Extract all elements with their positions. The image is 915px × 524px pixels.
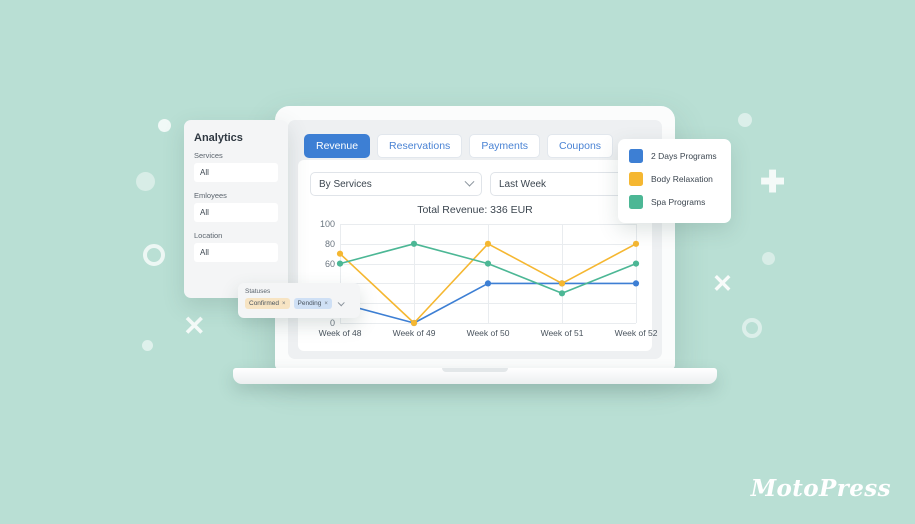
legend-swatch	[629, 149, 643, 163]
group-by-select[interactable]: By Services	[310, 172, 482, 196]
chart-x-tick-label: Week of 52	[614, 328, 658, 338]
chip-label: Confirmed	[249, 300, 279, 307]
chart-y-tick-label: 100	[319, 219, 335, 229]
chart-data-point[interactable]	[632, 280, 640, 287]
chart-data-point[interactable]	[484, 240, 492, 247]
chart-title: Total Revenue: 336 EUR	[417, 204, 533, 216]
remove-chip-icon[interactable]: ×	[282, 301, 286, 307]
chart-x-tick-label: Week of 49	[392, 328, 436, 338]
chart-data-point[interactable]	[484, 260, 492, 267]
tab-bar: Revenue Reservations Payments Coupons	[304, 134, 614, 158]
chevron-down-icon	[464, 176, 475, 187]
decor-ring	[742, 318, 762, 338]
status-chip-pending[interactable]: Pending ×	[293, 298, 332, 309]
chart-x-tick-label: Week of 48	[318, 328, 362, 338]
chart-data-point[interactable]	[410, 240, 418, 247]
legend-swatch	[629, 195, 643, 209]
chart-data-point[interactable]	[410, 319, 418, 327]
chart-gridline	[340, 323, 636, 324]
decor-dot	[762, 252, 775, 265]
legend-item-spa-programs[interactable]: Spa Programs	[629, 195, 720, 209]
chart-gridline	[636, 224, 637, 323]
chart-data-point[interactable]	[336, 250, 344, 257]
location-select[interactable]: All	[194, 243, 278, 262]
laptop-notch	[442, 368, 508, 372]
chart-line-2-days-programs	[339, 282, 637, 324]
chart-y-tick-label: 0	[329, 318, 335, 328]
chart-data-point[interactable]	[632, 240, 640, 247]
chart-y-tick-label: 80	[324, 238, 335, 249]
motopress-logo: MotoPress	[750, 475, 891, 502]
decor-x-icon: ✕	[712, 270, 733, 298]
decor-x-icon: ✕	[183, 311, 206, 341]
tab-revenue[interactable]: Revenue	[304, 134, 371, 158]
tab-coupons[interactable]: Coupons	[547, 134, 614, 158]
statuses-card: Statuses Confirmed × Pending ×	[238, 283, 360, 318]
laptop-mockup: Revenue Reservations Payments Coupons By…	[233, 106, 717, 384]
legend-label: 2 Days Programs	[651, 151, 717, 161]
field-label-employees: Emloyees	[194, 191, 227, 200]
chart-data-point[interactable]	[558, 290, 566, 297]
chart-series-layer	[336, 240, 640, 327]
revenue-panel: By Services Last Week Total Revenue: 336…	[298, 160, 658, 351]
legend-label: Body Relaxation	[651, 174, 713, 184]
employees-select[interactable]: All	[194, 203, 278, 222]
analytics-sidebar-card: Analytics Services All Emloyees All Loca…	[184, 120, 288, 298]
chart-plot-area: 0 60 80 100 Week of 48 Week of 49 Week of 50 We…	[319, 219, 658, 338]
chart-legend-card: 2 Days Programs Body Relaxation Spa Prog…	[618, 139, 731, 223]
period-value: Last Week	[499, 178, 547, 190]
laptop-screen: Revenue Reservations Payments Coupons By…	[288, 120, 662, 359]
legend-swatch	[629, 172, 643, 186]
decor-ring	[143, 244, 165, 266]
chevron-down-icon[interactable]	[337, 299, 345, 307]
chart-data-point[interactable]	[632, 260, 640, 267]
chart-x-tick-label: Week of 50	[466, 328, 510, 338]
field-label-services: Services	[194, 151, 223, 160]
legend-label: Spa Programs	[651, 197, 706, 207]
status-chip-confirmed[interactable]: Confirmed ×	[245, 298, 290, 309]
group-by-value: By Services	[319, 178, 372, 190]
tab-payments[interactable]: Payments	[469, 134, 540, 158]
decor-dot	[136, 172, 155, 191]
decor-plus-icon: ✚	[760, 166, 786, 199]
field-label-location: Location	[194, 231, 223, 240]
decor-dot	[158, 119, 171, 132]
legend-item-body-relaxation[interactable]: Body Relaxation	[629, 172, 720, 186]
decor-dot	[142, 340, 153, 351]
chart-data-point[interactable]	[558, 280, 566, 287]
chip-label: Pending	[297, 300, 322, 307]
statuses-label: Statuses	[245, 288, 271, 295]
chart-y-tick-label: 60	[324, 258, 335, 269]
chart-data-point[interactable]	[484, 280, 492, 287]
chart-x-tick-label: Week of 51	[540, 328, 584, 338]
remove-chip-icon[interactable]: ×	[324, 301, 328, 307]
decor-dot	[738, 113, 752, 127]
services-select[interactable]: All	[194, 163, 278, 182]
legend-item-2-days-programs[interactable]: 2 Days Programs	[629, 149, 720, 163]
statuses-chip-list: Confirmed × Pending ×	[245, 298, 353, 309]
chart-data-point[interactable]	[336, 260, 344, 267]
revenue-chart: 0 60 80 100 Week of 48 Week of 49 Week of 50 We…	[310, 218, 658, 343]
page-title: Analytics	[194, 132, 243, 144]
filter-bar: By Services Last Week	[310, 172, 640, 196]
tab-reservations[interactable]: Reservations	[377, 134, 463, 158]
